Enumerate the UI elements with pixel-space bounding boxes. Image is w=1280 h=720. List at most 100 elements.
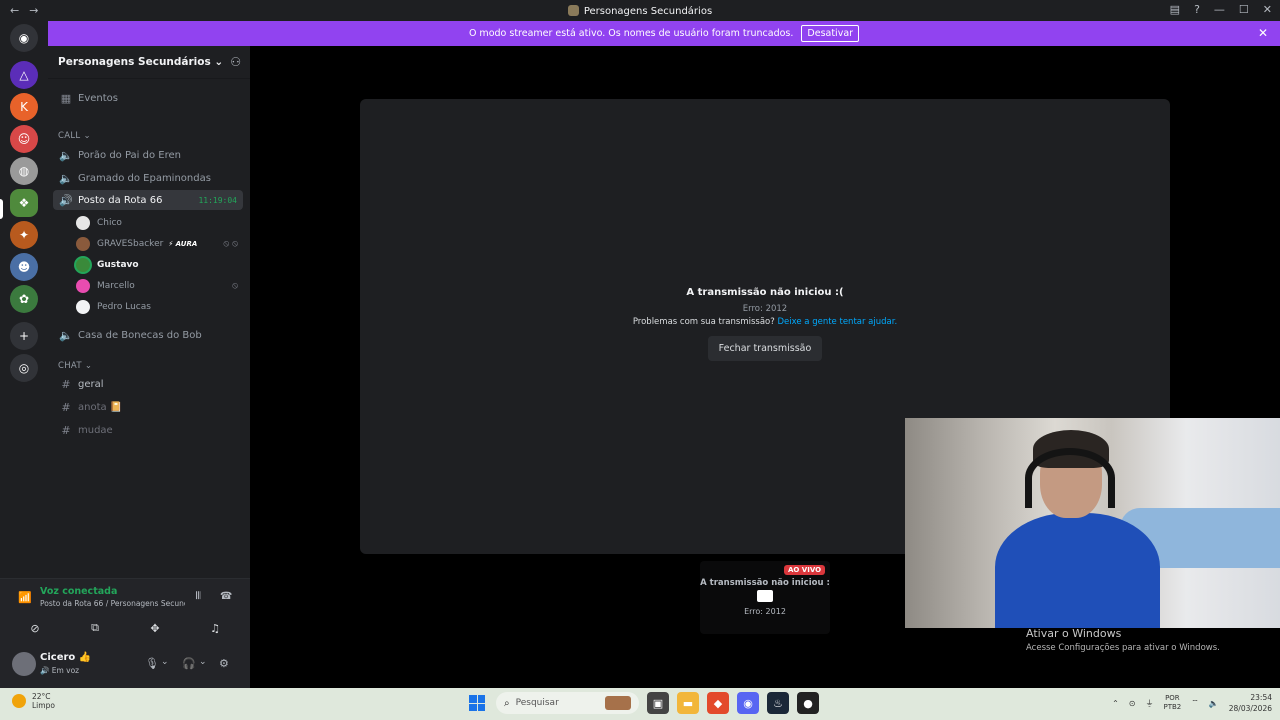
- server-2[interactable]: K: [10, 93, 38, 121]
- explore-button[interactable]: ◎: [10, 354, 38, 382]
- stream-error-title: A transmissão não iniciou :(: [686, 287, 844, 298]
- chevron-down-icon: ⌄: [84, 361, 93, 371]
- hash-icon: #: [61, 423, 71, 437]
- disconnect-icon[interactable]: ☎: [220, 591, 232, 602]
- webcam-headset: [1025, 448, 1115, 508]
- file-explorer-icon[interactable]: ▬: [677, 692, 699, 714]
- microphone-icon[interactable]: 🎙: [145, 657, 159, 670]
- category-chat[interactable]: CHAT ⌄: [58, 361, 92, 371]
- task-view-icon[interactable]: ▣: [647, 692, 669, 714]
- category-call[interactable]: CALL ⌄: [58, 131, 91, 141]
- forward-icon[interactable]: →: [29, 4, 38, 17]
- hash-icon: #: [61, 377, 71, 391]
- window-title: Personagens Secundários: [0, 4, 1280, 17]
- system-tray: ⌃ ⊙ ⏚ POR PTB2 ⌔ 🔈 23:54 28/03/2026: [1112, 692, 1272, 714]
- taskbar-search[interactable]: ⌕ Pesquisar: [496, 692, 639, 714]
- server-4[interactable]: ◍: [10, 157, 38, 185]
- help-icon[interactable]: ?: [1194, 3, 1200, 16]
- brave-icon[interactable]: ◆: [707, 692, 729, 714]
- speaker-icon: 🔈: [59, 328, 73, 342]
- voice-channel-active[interactable]: 🔊 Posto da Rota 66 11:19:04: [53, 190, 243, 210]
- network-icon[interactable]: ⊙: [1129, 699, 1136, 708]
- add-member-icon[interactable]: ⚇: [230, 55, 241, 69]
- stream-error-message: A transmissão não iniciou :( Erro: 2012 …: [360, 287, 1170, 361]
- live-badge: AO VIVO: [784, 565, 826, 575]
- back-icon[interactable]: ←: [10, 4, 19, 17]
- minimize-button[interactable]: —: [1214, 3, 1225, 16]
- text-channel[interactable]: # geral: [53, 374, 243, 394]
- soundboard-button[interactable]: ♫: [190, 617, 240, 639]
- call-timer: 11:19:04: [198, 195, 237, 205]
- clock[interactable]: 23:54 28/03/2026: [1229, 692, 1272, 714]
- voice-user[interactable]: GRAVESbacker ⚡ AURA ⦸ ⦸: [76, 234, 244, 254]
- voice-status-panel: 📶 Voz conectada Posto da Rota 66 / Perso…: [0, 578, 250, 642]
- events-item[interactable]: ▦ Eventos: [53, 88, 243, 108]
- text-channel[interactable]: # mudae: [53, 420, 243, 440]
- wifi-icon[interactable]: ⌔: [1191, 698, 1199, 708]
- camera-off-button[interactable]: ⊘: [10, 617, 60, 639]
- activities-button[interactable]: ✥: [130, 617, 180, 639]
- title-bar: ← → Personagens Secundários ▤ ? — ☐ ✕: [0, 0, 1280, 21]
- chevron-down-icon: ⌄: [214, 56, 224, 68]
- username: Cicero 👍: [40, 652, 92, 663]
- server-8[interactable]: ✿: [10, 285, 38, 313]
- sun-icon: [12, 694, 26, 708]
- add-server-button[interactable]: +: [10, 322, 38, 350]
- voice-channel[interactable]: 🔈 Gramado do Epaminondas: [53, 168, 243, 188]
- gear-icon[interactable]: ⚙: [219, 657, 229, 670]
- close-stream-button[interactable]: Fechar transmissão: [707, 336, 823, 361]
- voice-channel[interactable]: 🔈 Porão do Pai do Eren: [53, 145, 243, 165]
- weather-widget[interactable]: 22°C Limpo: [12, 692, 55, 710]
- chevron-up-icon[interactable]: ⌃: [1112, 699, 1119, 708]
- chevron-down-icon: ⌄: [83, 131, 91, 141]
- taskbar: 22°C Limpo ⌕ Pesquisar ▣ ▬ ◆ ◉ ♨ ● ⌃ ⊙ ⏚ P…: [0, 688, 1280, 720]
- calendar-icon: ▦: [60, 91, 72, 105]
- voice-user[interactable]: Pedro Lucas: [76, 297, 244, 317]
- guild-header[interactable]: Personagens Secundários ⌄ ⚇: [48, 46, 250, 79]
- start-icon[interactable]: [466, 692, 488, 714]
- thumbnail-error: Erro: 2012: [744, 607, 786, 616]
- aura-badge: ⚡ AURA: [168, 240, 198, 248]
- chevron-down-icon[interactable]: ⌄: [161, 657, 169, 667]
- server-1[interactable]: △: [10, 61, 38, 89]
- headset-icon[interactable]: 🎧: [182, 657, 196, 670]
- disable-streamer-button[interactable]: Desativar: [801, 25, 860, 42]
- maximize-button[interactable]: ☐: [1239, 3, 1249, 16]
- avatar[interactable]: [12, 652, 36, 676]
- server-7[interactable]: ☻: [10, 253, 38, 281]
- steam-icon[interactable]: ♨: [767, 692, 789, 714]
- app-icon[interactable]: ●: [797, 692, 819, 714]
- server-5[interactable]: ❖: [10, 189, 38, 217]
- close-button[interactable]: ✕: [1263, 3, 1272, 16]
- inbox-icon[interactable]: ▤: [1170, 3, 1180, 16]
- close-icon[interactable]: ✕: [1258, 26, 1268, 40]
- speaker-icon: 🔈: [59, 148, 73, 162]
- chevron-down-icon[interactable]: ⌄: [199, 657, 207, 667]
- discord-icon: ◉: [18, 31, 30, 45]
- thumbnail-title: A transmissão não iniciou :: [700, 578, 830, 588]
- usb-icon[interactable]: ⏚: [1146, 698, 1154, 709]
- help-link[interactable]: Deixe a gente tentar ajudar.: [777, 317, 897, 327]
- share-screen-button[interactable]: ⧉: [70, 617, 120, 639]
- voice-user[interactable]: Gustavo: [76, 255, 244, 275]
- noise-suppression-icon[interactable]: 𝄃𝄃: [196, 591, 200, 602]
- server-6[interactable]: ✦: [10, 221, 38, 249]
- voice-user[interactable]: Marcello ⦸: [76, 276, 244, 296]
- plus-icon: +: [18, 329, 30, 343]
- voice-user[interactable]: Chico: [76, 213, 244, 233]
- stream-help-line: Problemas com sua transmissão? Deixe a g…: [632, 317, 898, 327]
- language-indicator[interactable]: POR PTB2: [1164, 694, 1182, 712]
- text-channel[interactable]: # anota 📔: [53, 397, 243, 417]
- streamer-mode-banner: O modo streamer está ativo. Os nomes de …: [48, 21, 1280, 46]
- stream-error-code: Erro: 2012: [742, 304, 788, 314]
- volume-icon[interactable]: 🔈: [1209, 699, 1219, 708]
- discord-icon[interactable]: ◉: [737, 692, 759, 714]
- avatar: [76, 237, 90, 251]
- stream-thumbnail[interactable]: AO VIVO A transmissão não iniciou : Erro…: [700, 561, 830, 634]
- server-home[interactable]: ◉: [10, 24, 38, 52]
- avatar: [76, 216, 90, 230]
- user-status: 🔊 Em voz: [40, 666, 80, 675]
- voice-channel[interactable]: 🔈 Casa de Bonecas do Bob: [53, 325, 243, 345]
- voice-location[interactable]: Posto da Rota 66 / Personagens Secund...: [40, 599, 185, 608]
- server-3[interactable]: ☺: [10, 125, 38, 153]
